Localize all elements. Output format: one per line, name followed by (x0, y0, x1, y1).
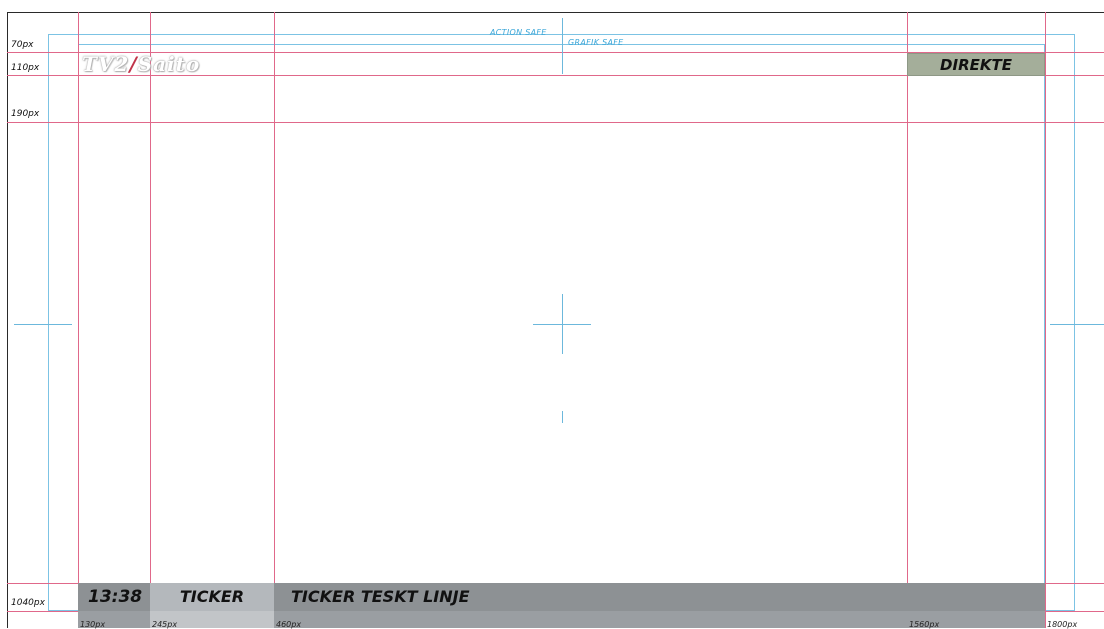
row-label-1040: 1040px (11, 598, 45, 608)
guide-line-245 (150, 12, 151, 628)
guide-line-1800 (1045, 12, 1046, 628)
center-top-marker (562, 18, 563, 74)
row-label-190: 190px (11, 109, 40, 119)
center-crosshair-v (562, 294, 563, 354)
ticker-time: 13:38 (78, 583, 150, 611)
right-center-marker (1050, 324, 1104, 325)
action-safe-label: ACTION SAFE (490, 28, 547, 37)
grafik-safe-label: GRAFIK SAFE (568, 38, 624, 47)
ticker-text: TICKER TESKT LINJE (291, 587, 470, 606)
channel-logo: TV2/Saito (82, 52, 200, 76)
logo-main-text: TV2 (82, 52, 130, 76)
row-label-110: 110px (11, 63, 40, 73)
guide-line-460 (274, 12, 275, 628)
row-label-70: 70px (11, 40, 34, 50)
guide-line-130 (78, 12, 79, 628)
guide-line-1560 (907, 12, 908, 628)
guide-line-190 (7, 122, 1104, 123)
ticker-label: TICKER (150, 583, 274, 611)
logo-sub-text: Saito (137, 52, 201, 76)
center-lower-tick (562, 411, 563, 423)
left-center-marker (14, 324, 72, 325)
logo-slash: / (129, 52, 138, 76)
live-badge: DIREKTE (907, 53, 1045, 76)
